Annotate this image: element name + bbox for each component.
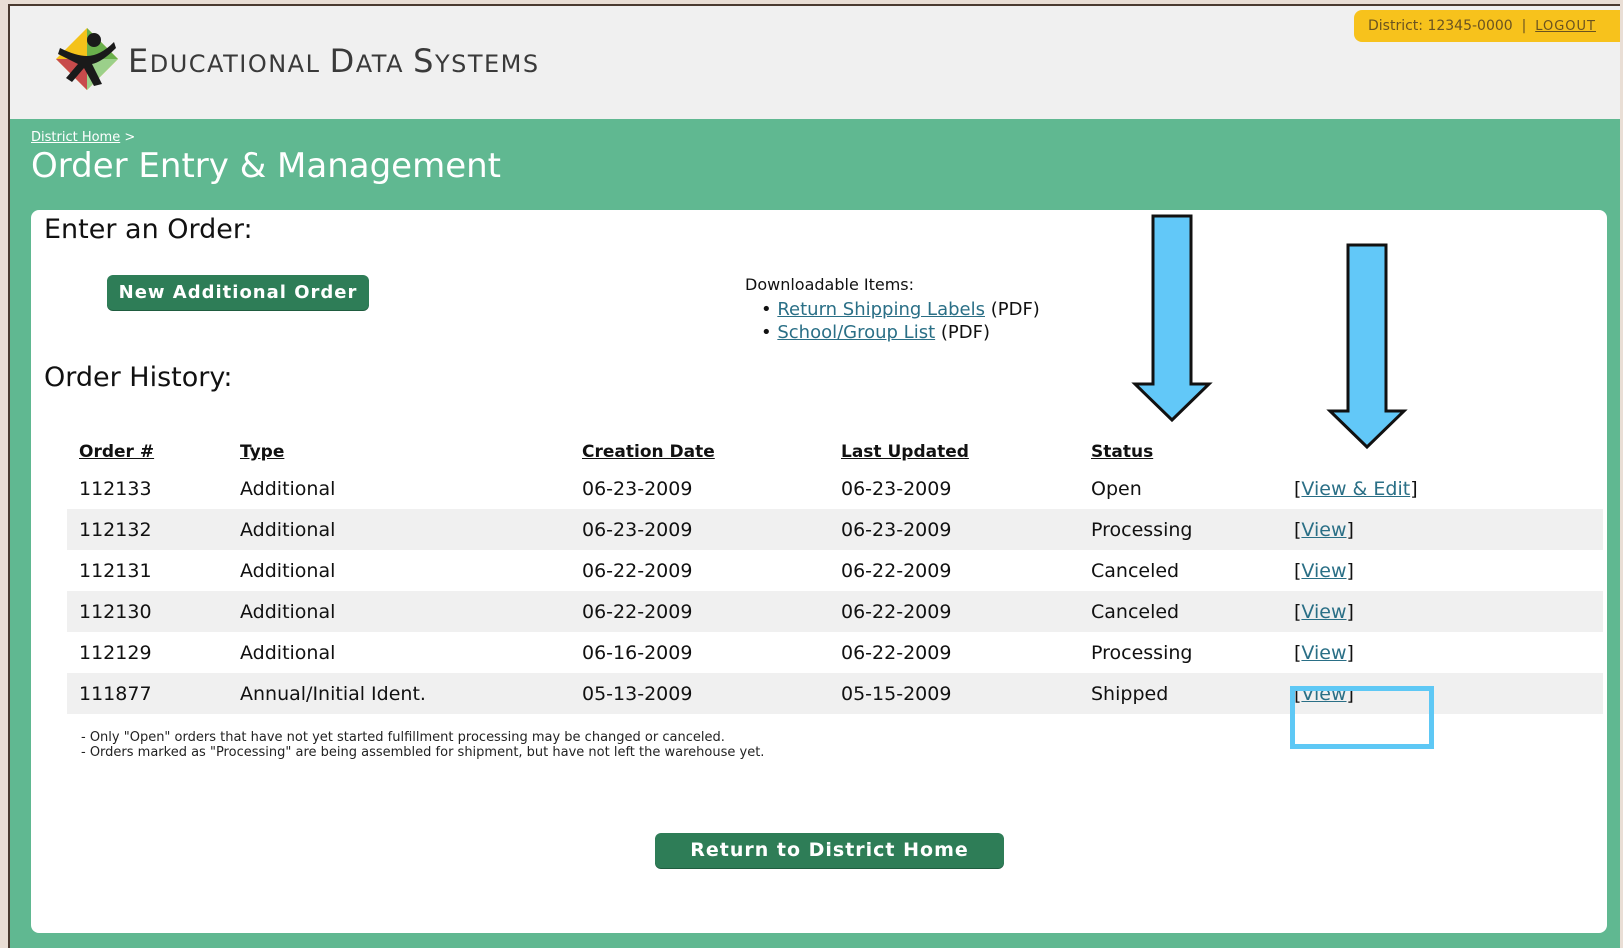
brand-text: YSTEMS (434, 50, 540, 78)
downloads-list: Return Shipping Labels (PDF) School/Grou… (745, 298, 1040, 344)
last-updated: 05-15-2009 (829, 673, 1079, 714)
down-arrow-icon (1326, 243, 1408, 450)
table-row: 112132 Additional 06-23-2009 06-23-2009 … (67, 509, 1603, 550)
creation-date: 06-22-2009 (570, 591, 829, 632)
order-status: Processing (1091, 641, 1193, 664)
breadcrumb: District Home > (31, 130, 135, 145)
last-updated: 06-23-2009 (841, 477, 952, 500)
order-type: Additional (240, 641, 336, 664)
order-status: Open (1091, 477, 1142, 500)
table-row: 112131 Additional 06-22-2009 06-22-2009 … (67, 550, 1603, 591)
brand-text: ATA (355, 50, 414, 78)
down-arrow-icon (1131, 214, 1213, 423)
order-type: Annual/Initial Ident. (228, 673, 570, 714)
breadcrumb-separator: > (124, 130, 136, 145)
table-row: 112133 Additional 06-23-2009 06-23-2009 … (67, 468, 1603, 509)
order-notes: - Only "Open" orders that have not yet s… (81, 730, 764, 760)
order-status: Canceled (1091, 559, 1180, 582)
page-title: Order Entry & Management (31, 146, 501, 186)
creation-date: 06-22-2009 (582, 559, 693, 582)
last-updated: 06-22-2009 (841, 641, 952, 664)
separator: | (1521, 18, 1527, 34)
column-header-status: Status (1091, 442, 1154, 462)
order-status: Canceled (1079, 591, 1282, 632)
order-status: Processing (1079, 509, 1282, 550)
order-number: 111877 (67, 673, 228, 714)
district-bar: District: 12345-0000 | LOGOUT (1354, 10, 1620, 42)
action-cell: [View] (1282, 509, 1603, 550)
action-cell: [View & Edit] (1294, 477, 1418, 500)
district-label: District: 12345-0000 (1368, 18, 1513, 34)
eds-logo-icon (56, 28, 118, 90)
note-line: - Only "Open" orders that have not yet s… (81, 730, 725, 745)
view-link[interactable]: View (1301, 601, 1346, 623)
column-header-creation-date: Creation Date (582, 442, 715, 462)
browser-page: EDUCATIONAL DATA SYSTEMS District: 12345… (8, 4, 1620, 948)
downloadable-items: Downloadable Items: Return Shipping Labe… (745, 275, 1040, 344)
creation-date: 05-13-2009 (570, 673, 829, 714)
column-header-order: Order # (79, 442, 155, 462)
downloads-heading: Downloadable Items: (745, 275, 915, 294)
return-to-district-home-button[interactable]: Return to District Home (655, 833, 1004, 868)
order-type: Additional (228, 591, 570, 632)
order-type: Additional (228, 509, 570, 550)
brand-letter: D (329, 42, 356, 80)
action-cell: [View] (1294, 559, 1354, 582)
table-row: 112130 Additional 06-22-2009 06-22-2009 … (67, 591, 1603, 632)
new-additional-order-button[interactable]: New Additional Order (107, 275, 369, 310)
order-number: 112133 (79, 477, 152, 500)
site-header: EDUCATIONAL DATA SYSTEMS District: 12345… (10, 6, 1620, 119)
last-updated: 06-23-2009 (829, 509, 1079, 550)
table-row: 112129 Additional 06-16-2009 06-22-2009 … (67, 632, 1603, 673)
download-item: Return Shipping Labels (PDF) (761, 298, 1040, 321)
last-updated: 06-22-2009 (829, 591, 1079, 632)
order-history-heading: Order History: (44, 362, 233, 393)
logout-link[interactable]: LOGOUT (1535, 19, 1596, 34)
order-number: 112130 (67, 591, 228, 632)
order-number: 112129 (79, 641, 152, 664)
enter-order-heading: Enter an Order: (44, 214, 253, 245)
brand-text: DUCATIONAL (149, 50, 330, 78)
view-link[interactable]: View (1301, 642, 1346, 664)
order-history-table: Order # Type Creation Date Last Updated … (67, 422, 1603, 714)
creation-date: 06-16-2009 (582, 641, 693, 664)
column-header-type: Type (240, 442, 285, 462)
action-cell: [View] (1294, 641, 1354, 664)
order-number: 112131 (79, 559, 152, 582)
order-type: Additional (240, 559, 336, 582)
order-type: Additional (240, 477, 336, 500)
view-link[interactable]: View (1301, 560, 1346, 582)
action-cell: [View] (1282, 591, 1603, 632)
brand-letter: E (128, 42, 150, 80)
breadcrumb-district-home-link[interactable]: District Home (31, 130, 120, 145)
creation-date: 06-23-2009 (570, 509, 829, 550)
order-status: Shipped (1079, 673, 1282, 714)
download-item: School/Group List (PDF) (761, 321, 1040, 344)
note-line: - Orders marked as "Processing" are bein… (81, 745, 765, 760)
order-number: 112132 (67, 509, 228, 550)
last-updated: 06-22-2009 (841, 559, 952, 582)
file-type: (PDF) (984, 299, 1040, 320)
school-group-list-link[interactable]: School/Group List (777, 322, 935, 343)
file-type: (PDF) (935, 322, 990, 343)
view-link[interactable]: View (1301, 519, 1346, 541)
brand-name: EDUCATIONAL DATA SYSTEMS (128, 42, 540, 80)
return-shipping-labels-link[interactable]: Return Shipping Labels (777, 299, 985, 320)
highlight-box (1290, 686, 1434, 749)
brand-letter: S (413, 42, 435, 80)
view-edit-link[interactable]: View & Edit (1301, 478, 1410, 500)
column-header-last-updated: Last Updated (841, 442, 969, 462)
creation-date: 06-23-2009 (582, 477, 693, 500)
